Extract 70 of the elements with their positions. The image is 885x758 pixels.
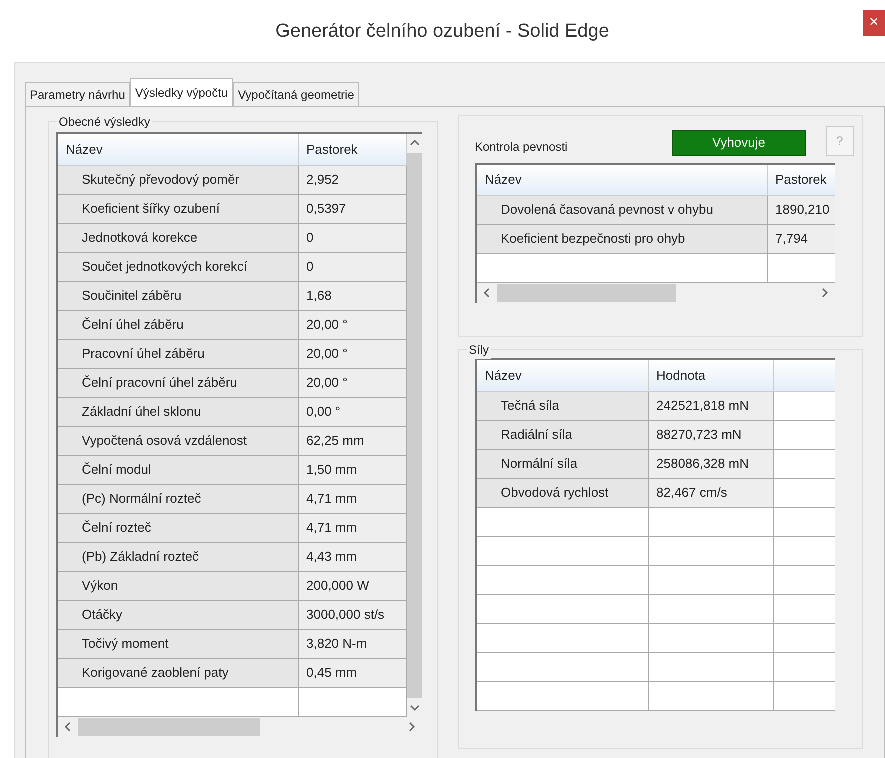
- table-cell: Čelní rozteč: [58, 513, 298, 542]
- column-header: Pastorek: [767, 164, 835, 196]
- column-header: Název: [58, 134, 298, 165]
- section-label: Kontrola pevnosti: [475, 139, 568, 156]
- tab[interactable]: Vypočítaná geometrie: [233, 82, 360, 106]
- table-cell: 20,00 °: [298, 368, 406, 397]
- close-button[interactable]: ×: [863, 10, 885, 36]
- window-title: Generátor čelního ozubení - Solid Edge: [276, 21, 610, 42]
- scroll-right-icon[interactable]: [821, 288, 829, 298]
- table-cell: Normální síla: [477, 449, 648, 478]
- table-cell: 258086,328 mN: [648, 449, 773, 478]
- scroll-left-icon[interactable]: [64, 722, 72, 732]
- table-cell: 242521,818 mN: [648, 391, 773, 420]
- table-cell: 2,952: [298, 165, 406, 194]
- table-cell: 82,467 cm/s: [648, 478, 773, 507]
- table-cell: 1,50 mm: [298, 455, 406, 484]
- horizontal-scrollbar[interactable]: [477, 283, 835, 303]
- table-cell: 0,5397: [298, 194, 406, 223]
- table-cell: Čelní modul: [58, 455, 298, 484]
- column-header: Pastorek: [298, 134, 406, 165]
- table-cell: Obvodová rychlost: [477, 478, 648, 507]
- table-cell: Dovolená časovaná pevnost v ohybu: [477, 196, 767, 224]
- table-cell: 0,00 °: [298, 397, 406, 426]
- horizontal-scrollbar[interactable]: [58, 716, 422, 736]
- table-cell: 200,000 W: [298, 571, 406, 600]
- table-cell: 4,71 mm: [298, 484, 406, 513]
- table-cell: Pracovní úhel záběru: [58, 339, 298, 368]
- table-cell: Koeficient bezpečnosti pro ohyb: [477, 224, 767, 254]
- table-cell: Součet jednotkových korekcí: [58, 252, 298, 281]
- table-cell: Základní úhel sklonu: [58, 397, 298, 426]
- table-cell: 1890,210: [767, 196, 835, 224]
- vertical-scrollbar[interactable]: [406, 134, 422, 716]
- table-cell: 4,43 mm: [298, 542, 406, 571]
- table-cell: 88270,723 mN: [648, 420, 773, 449]
- table-cell: Skutečný převodový poměr: [58, 165, 298, 194]
- table-cell: Otáčky: [58, 600, 298, 629]
- table-cell: 4,71 mm: [298, 513, 406, 542]
- table-cell: 20,00 °: [298, 339, 406, 368]
- table-cell: Vypočtená osová vzdálenost: [58, 426, 298, 455]
- table-cell: 3,820 N-m: [298, 629, 406, 658]
- table-cell: Radiální síla: [477, 420, 648, 449]
- table-cell: Korigované zaoblení paty: [58, 658, 298, 687]
- scroll-up-icon[interactable]: [410, 139, 420, 147]
- table-cell: 0,45 mm: [298, 658, 406, 687]
- table-cell: 3000,000 st/s: [298, 600, 406, 629]
- table-cell: Jednotková korekce: [58, 223, 298, 252]
- table-cell: 0: [298, 223, 406, 252]
- table-cell: Čelní úhel záběru: [58, 310, 298, 339]
- table-cell: 1,68: [298, 281, 406, 310]
- tab[interactable]: Parametry návrhu: [25, 82, 130, 106]
- table-cell: 7,794: [767, 224, 835, 254]
- table-cell: Tečná síla: [477, 391, 648, 420]
- table-cell: (Pb) Základní rozteč: [58, 542, 298, 571]
- table-cell: Koeficient šířky ozubení: [58, 194, 298, 223]
- scroll-right-icon[interactable]: [408, 722, 416, 732]
- column-header: Název: [477, 360, 648, 391]
- table-cell: (Pc) Normální rozteč: [58, 484, 298, 513]
- table-cell: Součinitel záběru: [58, 281, 298, 310]
- tab[interactable]: Výsledky výpočtu: [130, 78, 234, 106]
- table-cell: 20,00 °: [298, 310, 406, 339]
- column-header: Hodnota: [648, 360, 773, 391]
- column-header: Název: [477, 164, 767, 196]
- status-button[interactable]: Vyhovuje: [672, 130, 806, 156]
- scroll-down-icon[interactable]: [410, 704, 420, 712]
- table-cell: Točivý moment: [58, 629, 298, 658]
- table-cell: 0: [298, 252, 406, 281]
- table-cell: 62,25 mm: [298, 426, 406, 455]
- table-cell: Čelní pracovní úhel záběru: [58, 368, 298, 397]
- table-cell: Výkon: [58, 571, 298, 600]
- scroll-left-icon[interactable]: [483, 288, 491, 298]
